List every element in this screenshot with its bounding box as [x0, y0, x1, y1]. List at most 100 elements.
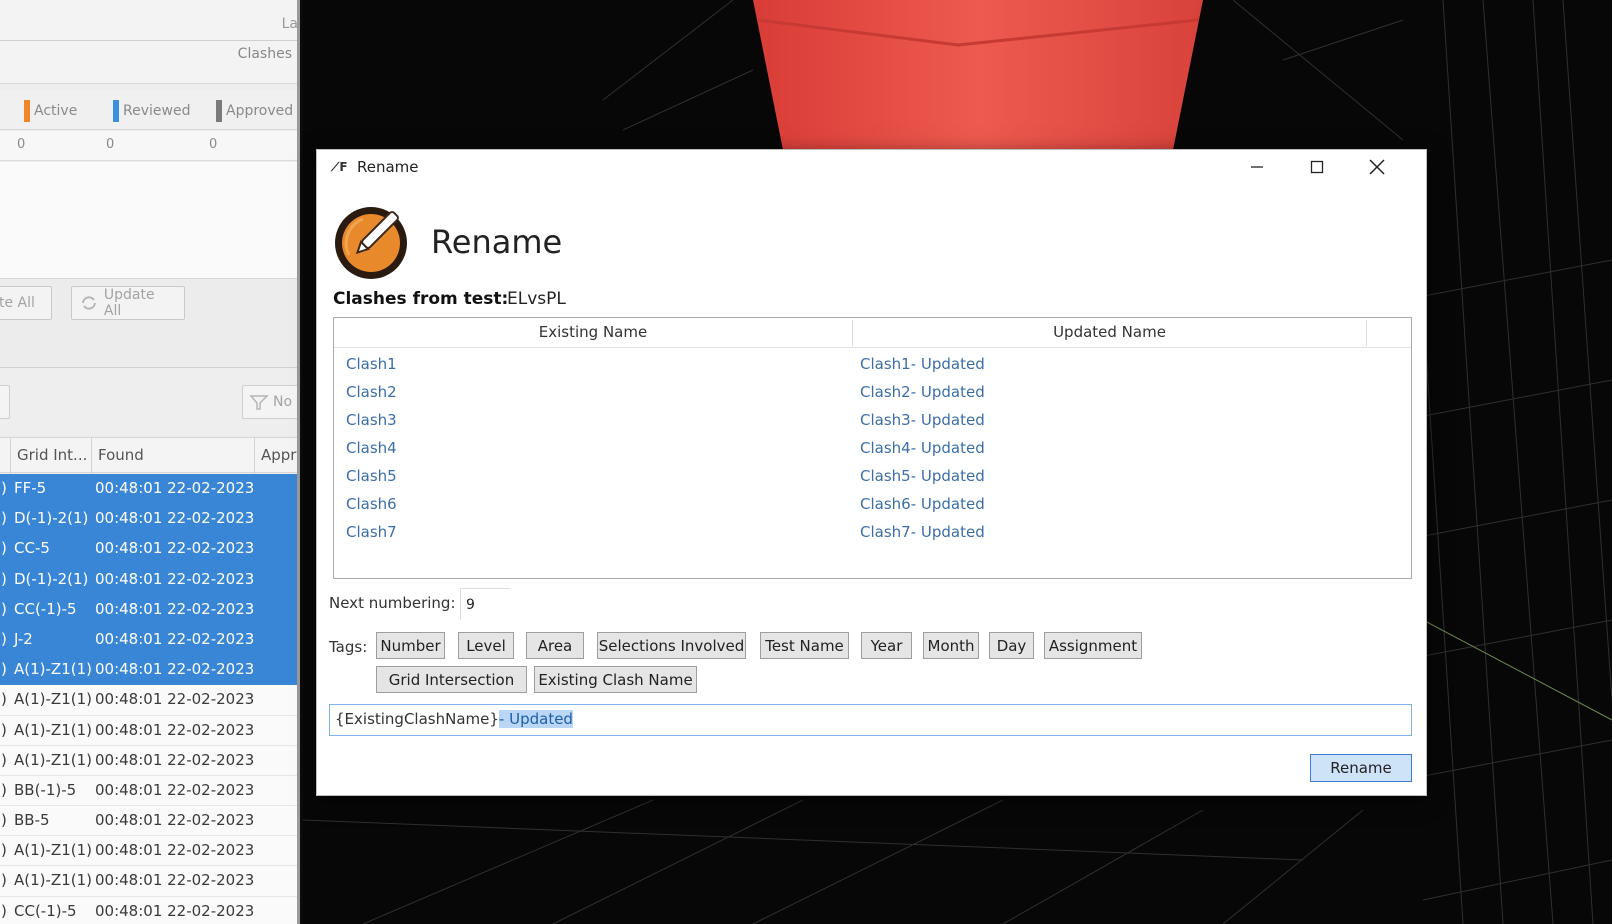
reset-all-label: te All	[0, 295, 35, 311]
updated-name-cell: Clash5- Updated	[860, 467, 985, 485]
row-prefix: )	[1, 750, 7, 769]
clash-row[interactable]: ) A(1)-Z1(1) 00:48:01 22-02-2023	[0, 836, 297, 867]
update-all-label: Update All	[103, 287, 155, 319]
clash-row[interactable]: ) CC-5 00:48:01 22-02-2023	[0, 534, 297, 565]
row-prefix: )	[1, 901, 7, 920]
approved-color-bar	[216, 100, 222, 122]
window-title: Rename	[357, 158, 419, 176]
next-numbering-input[interactable]	[460, 588, 510, 620]
row-prefix: )	[1, 720, 7, 739]
dialog-heading: Rename	[431, 223, 563, 261]
row-prefix: )	[1, 599, 7, 618]
reviewed-count: 0	[106, 137, 115, 152]
panel-button-bar: te All Update All	[0, 280, 297, 368]
tag-day-button[interactable]: Day	[989, 632, 1034, 659]
column-separator	[91, 438, 92, 474]
row-prefix: )	[1, 660, 7, 679]
updated-name-cell: Clash3- Updated	[860, 411, 985, 429]
row-prefix: )	[1, 690, 7, 709]
toolbar-button-left[interactable]	[0, 385, 10, 419]
clash-row[interactable]: ) FF-5 00:48:01 22-02-2023	[0, 474, 297, 505]
approved-count: 0	[209, 137, 218, 152]
clash-row[interactable]: ) A(1)-Z1(1) 00:48:01 22-02-2023	[0, 655, 297, 686]
clash-row[interactable]: ) BB-5 00:48:01 22-02-2023	[0, 806, 297, 837]
rename-preview-row[interactable]: Clash4 Clash4- Updated	[334, 435, 1411, 463]
rename-preview-row[interactable]: Clash6 Clash6- Updated	[334, 491, 1411, 519]
clash-row[interactable]: ) A(1)-Z1(1) 00:48:01 22-02-2023	[0, 745, 297, 776]
tag-test-name-button[interactable]: Test Name	[760, 632, 849, 659]
col-found[interactable]: Found	[98, 446, 144, 464]
row-prefix: )	[1, 509, 7, 528]
grid-intersection-cell: CC(-1)-5	[14, 901, 77, 920]
pattern-selected-text: - Updated	[498, 710, 573, 728]
clash-row[interactable]: ) A(1)-Z1(1) 00:48:01 22-02-2023	[0, 866, 297, 897]
clash-row[interactable]: ) J-2 00:48:01 22-02-2023	[0, 624, 297, 656]
grid-intersection-cell: FF-5	[14, 479, 47, 497]
reviewed-color-bar	[113, 100, 119, 122]
pattern-text: {ExistingClashName}	[335, 710, 499, 728]
status-reviewed: Reviewed	[113, 100, 190, 122]
rename-preview-row[interactable]: Clash7 Clash7- Updated	[334, 519, 1411, 547]
existing-name-cell: Clash6	[346, 495, 397, 513]
updated-name-cell: Clash6- Updated	[860, 495, 985, 513]
name-pattern-input[interactable]: {ExistingClashName}- Updated	[329, 704, 1412, 736]
tag-grid-intersection-button[interactable]: Grid Intersection	[376, 666, 527, 693]
col-updated-name[interactable]: Updated Name	[853, 323, 1366, 341]
tags-label: Tags:	[329, 638, 368, 656]
rename-preview-row[interactable]: Clash3 Clash3- Updated	[334, 407, 1411, 435]
panel-blank-area	[0, 162, 297, 279]
updated-name-cell: Clash7- Updated	[860, 523, 985, 541]
clash-row[interactable]: ) A(1)-Z1(1) 00:48:01 22-02-2023	[0, 715, 297, 746]
grid-header: Existing Name Updated Name	[334, 318, 1411, 348]
found-cell: 00:48:01 22-02-2023	[95, 569, 255, 588]
tag-month-button[interactable]: Month	[923, 632, 979, 659]
grid-intersection-cell: BB-5	[14, 811, 50, 830]
tag-selections-involved-button[interactable]: Selections Involved	[597, 632, 746, 659]
clash-row[interactable]: ) D(-1)-2(1) 00:48:01 22-02-2023	[0, 564, 297, 595]
rename-preview-row[interactable]: Clash1 Clash1- Updated	[334, 351, 1411, 379]
row-prefix: )	[1, 629, 7, 648]
tag-area-button[interactable]: Area	[526, 632, 584, 659]
grid-intersection-cell: A(1)-Z1(1)	[14, 841, 92, 860]
reset-all-button[interactable]: te All	[0, 286, 52, 320]
minimize-button[interactable]	[1227, 150, 1287, 184]
clash-row[interactable]: ) CC(-1)-5 00:48:01 22-02-2023	[0, 594, 297, 625]
active-color-bar	[24, 100, 30, 122]
rename-preview-row[interactable]: Clash5 Clash5- Updated	[334, 463, 1411, 491]
dialog-titlebar[interactable]: ⟋F Rename	[317, 150, 1426, 184]
clash-row[interactable]: ) D(-1)-2(1) 00:48:01 22-02-2023	[0, 504, 297, 535]
col-approved[interactable]: Appr	[261, 446, 296, 464]
clash-row[interactable]: ) A(1)-Z1(1) 00:48:01 22-02-2023	[0, 685, 297, 716]
rename-button[interactable]: Rename	[1310, 754, 1412, 782]
col-grid-int[interactable]: Grid Int...	[17, 446, 87, 464]
tag-assignment-button[interactable]: Assignment	[1044, 632, 1142, 659]
row-prefix: )	[1, 871, 7, 890]
maximize-button[interactable]	[1287, 150, 1347, 184]
found-cell: 00:48:01 22-02-2023	[95, 660, 255, 679]
status-header-row: Active Reviewed Approved	[0, 90, 297, 130]
tag-level-button[interactable]: Level	[458, 632, 514, 659]
column-separator	[254, 438, 255, 474]
update-all-button[interactable]: Update All	[71, 286, 185, 320]
grid-intersection-cell: D(-1)-2(1)	[14, 509, 89, 528]
clash-row[interactable]: ) CC(-1)-5 00:48:01 22-02-2023	[0, 896, 297, 924]
existing-name-cell: Clash3	[346, 411, 397, 429]
row-prefix: )	[1, 539, 7, 558]
status-label: Active	[34, 103, 78, 119]
rename-preview-row[interactable]: Clash2 Clash2- Updated	[334, 379, 1411, 407]
tag-year-button[interactable]: Year	[861, 632, 912, 659]
active-count: 0	[17, 137, 26, 152]
col-existing-name[interactable]: Existing Name	[334, 323, 852, 341]
clashes-from-test-label: Clashes from test:	[333, 289, 509, 309]
status-active: Active	[24, 100, 77, 122]
status-label: Approved	[226, 103, 294, 119]
existing-name-cell: Clash4	[346, 439, 397, 457]
tag-number-button[interactable]: Number	[376, 632, 445, 659]
close-button[interactable]	[1347, 150, 1407, 184]
tag-existing-clash-name-button[interactable]: Existing Clash Name	[534, 666, 697, 693]
toolbar-button-right[interactable]: No	[242, 385, 297, 419]
clash-results-panel: La Clashes Active Reviewed Approved 0 0 …	[0, 0, 300, 924]
rename-dialog: ⟋F Rename Rename Clashes from test: ELvs…	[316, 149, 1427, 796]
clash-row[interactable]: ) BB(-1)-5 00:48:01 22-02-2023	[0, 775, 297, 807]
truncated-label: La	[281, 16, 298, 32]
